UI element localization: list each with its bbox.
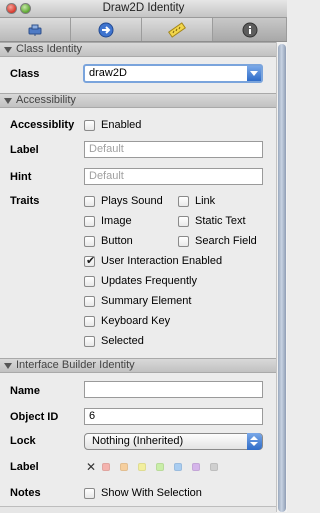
color-label-label: Label	[10, 461, 39, 473]
lock-popup-button[interactable]: Nothing (Inherited)	[84, 433, 263, 450]
section-class-identity[interactable]: Class Identity	[0, 42, 276, 57]
traits-label: Traits	[10, 195, 40, 207]
tab-connections-inspector[interactable]	[71, 18, 142, 41]
trait-user-interaction-enabled-checkbox[interactable]	[84, 254, 95, 267]
label-label: Label	[10, 144, 39, 156]
window-title: Draw2D Identity	[102, 2, 185, 14]
disclosure-triangle-icon	[4, 47, 12, 53]
trait-label: Summary Element	[101, 295, 192, 307]
section-title: Class Identity	[16, 43, 83, 55]
trait-link-checkbox[interactable]	[178, 196, 189, 207]
trait-label: Plays Sound	[101, 195, 163, 207]
class-value: draw2D	[89, 67, 127, 79]
object-id-field[interactable]: 6	[84, 408, 263, 425]
show-with-selection-label: Show With Selection	[101, 487, 202, 499]
chevron-down-icon[interactable]	[247, 66, 261, 81]
accessibility-label: Accessiblity	[10, 119, 75, 131]
label-color-yellow[interactable]	[138, 463, 146, 471]
title-bar: Draw2D Identity	[0, 0, 287, 18]
trait-label: Button	[101, 235, 133, 247]
lock-value: Nothing (Inherited)	[92, 435, 184, 447]
disclosure-triangle-icon	[4, 363, 12, 369]
vertical-scrollbar[interactable]	[276, 42, 287, 512]
trait-static-text-checkbox[interactable]	[178, 216, 189, 227]
up-down-arrows-icon	[247, 433, 262, 450]
trait-search-field-checkbox[interactable]	[178, 236, 189, 247]
label-color-purple[interactable]	[192, 463, 200, 471]
section-accessibility[interactable]: Accessibility	[0, 93, 276, 108]
identity-inspector-icon	[242, 22, 257, 37]
show-with-selection-checkbox[interactable]	[84, 488, 95, 499]
label-color-blue[interactable]	[174, 463, 182, 471]
connections-inspector-icon	[98, 22, 114, 37]
notes-label: Notes	[10, 487, 41, 499]
trait-label: Keyboard Key	[101, 315, 171, 327]
accessibility-enabled-checkbox[interactable]	[84, 120, 95, 131]
section-title: Accessibility	[16, 94, 76, 106]
class-label: Class	[10, 68, 40, 80]
clear-label-icon[interactable]: ✕	[86, 460, 96, 474]
trait-plays-sound-checkbox[interactable]	[84, 196, 95, 207]
trait-label: Link	[195, 195, 216, 207]
name-field[interactable]	[84, 381, 263, 398]
trait-image-checkbox[interactable]	[84, 216, 95, 227]
trait-label: Selected	[101, 335, 144, 347]
label-color-green[interactable]	[156, 463, 164, 471]
trait-selected-checkbox[interactable]	[84, 336, 95, 347]
name-label: Name	[10, 385, 40, 397]
trait-label: Search Field	[195, 235, 257, 247]
class-combobox[interactable]: draw2D	[83, 64, 263, 83]
label-color-gray[interactable]	[210, 463, 218, 471]
trait-summary-element-checkbox[interactable]	[84, 296, 95, 307]
attributes-inspector-icon	[28, 24, 42, 36]
tab-size-inspector[interactable]	[142, 18, 213, 41]
tab-identity-inspector[interactable]	[213, 18, 287, 41]
ruler-icon	[168, 21, 186, 38]
disclosure-triangle-icon	[4, 98, 12, 104]
trait-keyboard-key-checkbox[interactable]	[84, 316, 95, 327]
section-interface-builder-identity[interactable]: Interface Builder Identity	[0, 358, 276, 373]
accessibility-hint-field[interactable]: Default	[84, 168, 263, 185]
trait-updates-frequently-checkbox[interactable]	[84, 276, 95, 287]
section-title: Interface Builder Identity	[16, 359, 135, 371]
trait-label: Image	[101, 215, 132, 227]
label-color-red[interactable]	[102, 463, 110, 471]
inspector-toolbar	[0, 18, 287, 42]
label-color-orange[interactable]	[120, 463, 128, 471]
trait-label: Updates Frequently	[101, 275, 197, 287]
tab-attributes-inspector[interactable]	[0, 18, 71, 41]
enabled-label: Enabled	[101, 119, 142, 131]
trait-label: Static Text	[195, 215, 246, 227]
trait-label: User Interaction Enabled	[101, 255, 223, 267]
object-id-label: Object ID	[10, 411, 59, 423]
scrollbar-thumb[interactable]	[278, 44, 286, 512]
lock-label: Lock	[10, 435, 36, 447]
accessibility-label-field[interactable]: Default	[84, 141, 263, 158]
trait-button-checkbox[interactable]	[84, 236, 95, 247]
hint-label: Hint	[10, 171, 32, 183]
